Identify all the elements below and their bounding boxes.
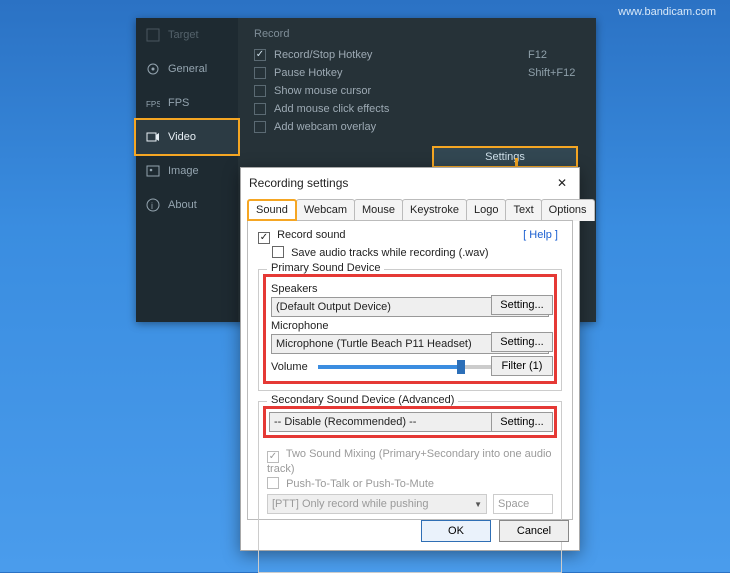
sidebar-item-general[interactable]: General: [136, 52, 238, 86]
checkbox: [267, 451, 279, 463]
speakers-label: Speakers: [271, 283, 549, 295]
hotkey-value[interactable]: Shift+F12: [528, 67, 575, 79]
microphone-setting-button[interactable]: Setting...: [491, 332, 553, 352]
checkbox[interactable]: [272, 246, 284, 258]
opt-label: Show mouse cursor: [274, 85, 371, 97]
ptt-row: Push-To-Talk or Push-To-Mute: [267, 477, 553, 490]
opt-label: Add mouse click effects: [274, 103, 389, 115]
sidebar-item-label: Image: [168, 165, 199, 177]
opt-label: Record/Stop Hotkey: [274, 49, 372, 61]
sidebar-item-label: About: [168, 199, 197, 211]
filter-button[interactable]: Filter (1): [491, 356, 553, 376]
dialog-title: Recording settings: [249, 176, 348, 190]
dialog-footer: OK Cancel: [421, 520, 569, 542]
opt-pause[interactable]: Pause Hotkey Shift+F12: [254, 64, 580, 82]
ptt-label: Push-To-Talk or Push-To-Mute: [286, 478, 434, 490]
group-title: Secondary Sound Device (Advanced): [267, 394, 458, 406]
help-link[interactable]: [ Help ]: [523, 229, 558, 241]
save-wav-row[interactable]: Save audio tracks while recording (.wav): [272, 246, 562, 259]
info-icon: i: [146, 198, 160, 212]
target-icon: [146, 28, 160, 42]
checkbox: [267, 477, 279, 489]
speakers-setting-button[interactable]: Setting...: [491, 295, 553, 315]
record-sound-label: Record sound: [277, 229, 346, 241]
cancel-button[interactable]: Cancel: [499, 520, 569, 542]
tab-text[interactable]: Text: [505, 199, 541, 221]
svg-text:FPS: FPS: [146, 100, 160, 109]
ptt-mode-value: [PTT] Only record while pushing: [272, 498, 429, 510]
save-wav-label: Save audio tracks while recording (.wav): [291, 247, 488, 259]
tab-sound[interactable]: Sound: [247, 199, 297, 221]
sidebar-item-label: General: [168, 63, 207, 75]
microphone-label: Microphone: [271, 320, 549, 332]
checkbox[interactable]: [254, 49, 266, 61]
two-mix-label: Two Sound Mixing (Primary+Secondary into…: [267, 448, 552, 475]
sidebar-item-fps[interactable]: FPS FPS: [136, 86, 238, 120]
tab-webcam[interactable]: Webcam: [296, 199, 355, 221]
section-title: Record: [254, 28, 580, 40]
settings-button[interactable]: Settings: [432, 146, 578, 168]
tab-panel-sound: Record sound Save audio tracks while rec…: [247, 220, 573, 520]
opt-webcam-overlay[interactable]: Add webcam overlay: [254, 118, 580, 136]
sidebar-item-label: Target: [168, 29, 199, 41]
ok-button[interactable]: OK: [421, 520, 491, 542]
speakers-value: (Default Output Device): [276, 301, 391, 313]
volume-label: Volume: [271, 361, 308, 373]
tab-options[interactable]: Options: [541, 199, 595, 221]
image-icon: [146, 164, 160, 178]
checkbox[interactable]: [254, 103, 266, 115]
opt-label: Add webcam overlay: [274, 121, 376, 133]
opt-label: Pause Hotkey: [274, 67, 342, 79]
opt-click-effects[interactable]: Add mouse click effects: [254, 100, 580, 118]
gear-icon: [146, 62, 160, 76]
volume-slider[interactable]: [318, 365, 497, 369]
video-icon: [146, 130, 160, 144]
hotkey-value[interactable]: F12: [528, 49, 547, 61]
sidebar-item-image[interactable]: Image: [136, 154, 238, 188]
watermark: www.bandicam.com: [618, 6, 716, 18]
recording-settings-dialog: Recording settings ✕ Sound Webcam Mouse …: [240, 167, 580, 551]
opt-record-stop[interactable]: Record/Stop Hotkey F12: [254, 46, 580, 64]
ptt-mode-combo: [PTT] Only record while pushing ▼: [267, 494, 487, 514]
dialog-titlebar: Recording settings ✕: [241, 168, 579, 198]
opt-mouse-cursor[interactable]: Show mouse cursor: [254, 82, 580, 100]
dialog-tabs: Sound Webcam Mouse Keystroke Logo Text O…: [241, 198, 579, 220]
primary-sound-group: Primary Sound Device Speakers (Default O…: [258, 269, 562, 391]
sidebar-item-about[interactable]: i About: [136, 188, 238, 222]
two-mix-row: Two Sound Mixing (Primary+Secondary into…: [267, 448, 553, 475]
chevron-down-icon: ▼: [474, 500, 482, 509]
ptt-config-row: [PTT] Only record while pushing ▼ Space: [267, 494, 553, 514]
secondary-setting-button[interactable]: Setting...: [491, 412, 553, 432]
group-title: Primary Sound Device: [267, 262, 384, 274]
tab-mouse[interactable]: Mouse: [354, 199, 403, 221]
checkbox[interactable]: [254, 85, 266, 97]
sidebar: Target General FPS FPS Video Image i Abo…: [136, 18, 238, 322]
sidebar-item-label: Video: [168, 131, 196, 143]
tab-logo[interactable]: Logo: [466, 199, 506, 221]
sidebar-item-video[interactable]: Video: [134, 118, 240, 156]
checkbox[interactable]: [254, 121, 266, 133]
svg-text:i: i: [151, 201, 153, 211]
sidebar-item-label: FPS: [168, 97, 189, 109]
sidebar-item-target[interactable]: Target: [136, 18, 238, 52]
checkbox[interactable]: [258, 232, 270, 244]
checkbox[interactable]: [254, 67, 266, 79]
record-sound-row[interactable]: Record sound: [258, 229, 562, 244]
close-icon[interactable]: ✕: [553, 174, 571, 192]
secondary-value: -- Disable (Recommended) --: [274, 416, 416, 428]
fps-icon: FPS: [146, 96, 160, 110]
tab-keystroke[interactable]: Keystroke: [402, 199, 467, 221]
ptt-key-field: Space: [493, 494, 553, 514]
secondary-sound-group: Secondary Sound Device (Advanced) -- Dis…: [258, 401, 562, 573]
microphone-value: Microphone (Turtle Beach P11 Headset): [276, 338, 472, 350]
